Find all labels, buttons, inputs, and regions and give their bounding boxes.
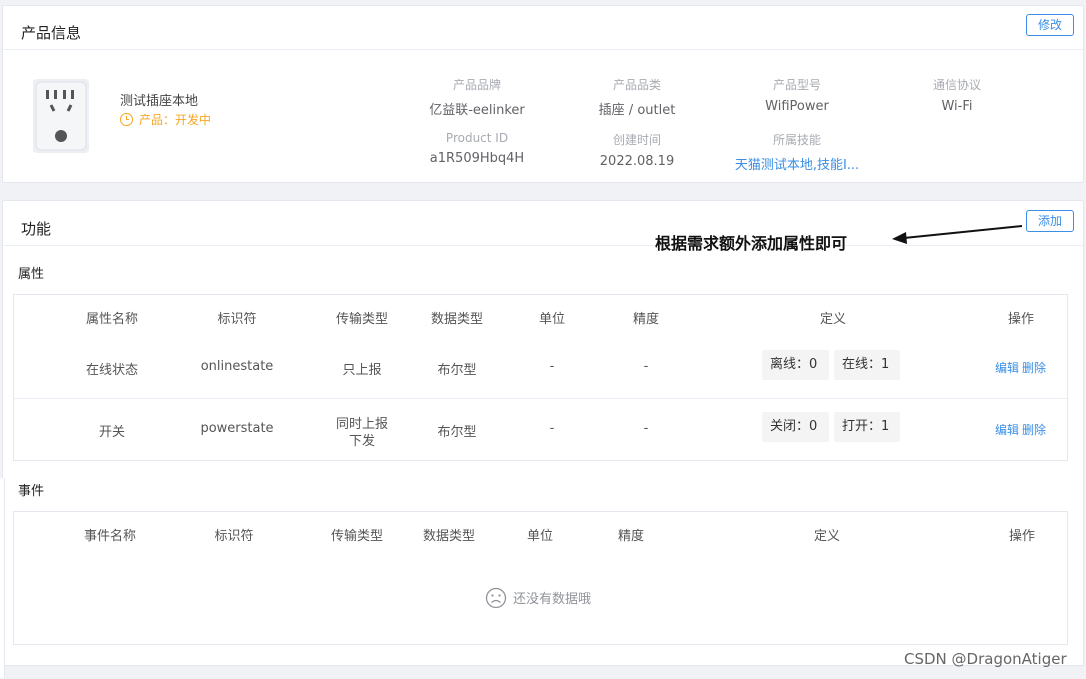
add-button[interactable]: 添加 <box>1026 210 1074 232</box>
meta-label: 产品型号 <box>772 78 821 92</box>
meta-label: 所属技能 <box>772 133 821 147</box>
meta-value: 2022.08.19 <box>599 154 675 169</box>
edit-button[interactable]: 修改 <box>1026 14 1074 36</box>
product-status: 产品：开发中 <box>120 111 211 128</box>
header-cell: 操作 <box>1007 312 1035 327</box>
meta-value: WifiPower <box>765 99 829 114</box>
cell-datatype: 布尔型 <box>437 425 477 440</box>
meta-label: 产品品类 <box>612 78 661 92</box>
meta-model: 产品型号 WifiPower <box>717 76 877 114</box>
table-header: 事件名称 标识符 传输类型 数据类型 单位 精度 定义 操作 <box>14 512 1067 553</box>
meta-label: 创建时间 <box>612 133 661 147</box>
definition-tag: 离线：0 <box>762 350 829 380</box>
events-title: 事件 <box>18 484 45 499</box>
header-cell: 精度 <box>617 529 645 544</box>
header-cell: 定义 <box>813 529 841 544</box>
header-cell: 标识符 <box>217 312 257 327</box>
meta-value: a1R509Hbq4H <box>429 151 525 166</box>
definition-tag: 在线：1 <box>834 350 900 380</box>
empty-state: 还没有数据哦 <box>485 587 591 609</box>
meta-product-id: Product ID a1R509Hbq4H <box>397 131 557 166</box>
cell-datatype: 布尔型 <box>437 363 477 378</box>
edit-link[interactable]: 编辑 <box>995 421 1019 438</box>
watermark: CSDN @DragonAtiger <box>904 650 1067 668</box>
header-cell: 定义 <box>819 312 847 327</box>
properties-title: 属性 <box>18 267 45 282</box>
properties-table: 属性名称 标识符 传输类型 数据类型 单位 精度 定义 操作 在线状态 onli… <box>13 294 1068 461</box>
delete-link[interactable]: 删除 <box>1022 359 1046 376</box>
table-header: 属性名称 标识符 传输类型 数据类型 单位 精度 定义 操作 <box>14 295 1067 336</box>
header-cell: 属性名称 <box>85 312 139 327</box>
meta-label: 通信协议 <box>932 78 981 92</box>
product-image <box>33 79 89 153</box>
row-divider <box>14 398 1067 399</box>
meta-value: Wi-Fi <box>941 99 973 114</box>
header-cell: 操作 <box>1008 529 1036 544</box>
header-cell: 数据类型 <box>430 312 484 327</box>
divider <box>3 49 1083 50</box>
arrow-icon <box>892 225 1023 244</box>
annotation-text: 根据需求额外添加属性即可 <box>655 234 848 253</box>
header-cell: 标识符 <box>214 529 254 544</box>
cell-identifier: onlinestate <box>200 359 274 374</box>
events-table: 事件名称 标识符 传输类型 数据类型 单位 精度 定义 操作 <box>13 511 1068 645</box>
sad-face-icon <box>485 587 507 609</box>
meta-value: 亿益联-eelinker <box>429 103 525 118</box>
function-title: 功能 <box>21 220 52 238</box>
meta-protocol: 通信协议 Wi-Fi <box>877 76 1037 114</box>
cell-name: 在线状态 <box>85 363 139 378</box>
delete-link[interactable]: 删除 <box>1022 421 1046 438</box>
cell-unit: - <box>549 359 555 374</box>
cell-precision: - <box>643 359 649 374</box>
cell-transfer: 只上报 <box>342 363 382 378</box>
product-info-title: 产品信息 <box>21 24 82 42</box>
empty-text: 还没有数据哦 <box>513 592 592 607</box>
definition-tag: 打开：1 <box>834 412 900 442</box>
header-cell: 事件名称 <box>83 529 137 544</box>
cell-identifier: powerstate <box>200 421 274 436</box>
clock-icon <box>120 113 133 126</box>
cell-precision: - <box>643 421 649 436</box>
skill-link[interactable]: 天猫测试本地,技能I... <box>717 154 877 173</box>
cell-unit: - <box>549 421 555 436</box>
product-name: 测试插座本地 <box>120 94 199 109</box>
header-cell: 数据类型 <box>422 529 476 544</box>
divider <box>3 245 1083 246</box>
meta-value: 插座 / outlet <box>598 103 676 118</box>
meta-label: 产品品牌 <box>452 78 501 92</box>
header-cell: 单位 <box>538 312 566 327</box>
left-edge <box>0 478 5 678</box>
meta-skill: 所属技能 天猫测试本地,技能I... <box>717 131 877 173</box>
header-cell: 传输类型 <box>335 312 389 327</box>
outlet-icon <box>35 81 87 151</box>
status-text: 产品：开发中 <box>139 113 212 127</box>
cell-name: 开关 <box>98 425 126 440</box>
header-cell: 精度 <box>632 312 660 327</box>
cell-transfer-line2: 下发 <box>348 434 376 449</box>
header-cell: 传输类型 <box>330 529 384 544</box>
meta-category: 产品品类 插座 / outlet <box>557 76 717 118</box>
meta-created: 创建时间 2022.08.19 <box>557 131 717 169</box>
edit-link[interactable]: 编辑 <box>995 359 1019 376</box>
definition-tag: 关闭：0 <box>762 412 829 442</box>
meta-brand: 产品品牌 亿益联-eelinker <box>397 76 557 118</box>
meta-label: Product ID <box>445 131 509 145</box>
header-cell: 单位 <box>526 529 554 544</box>
